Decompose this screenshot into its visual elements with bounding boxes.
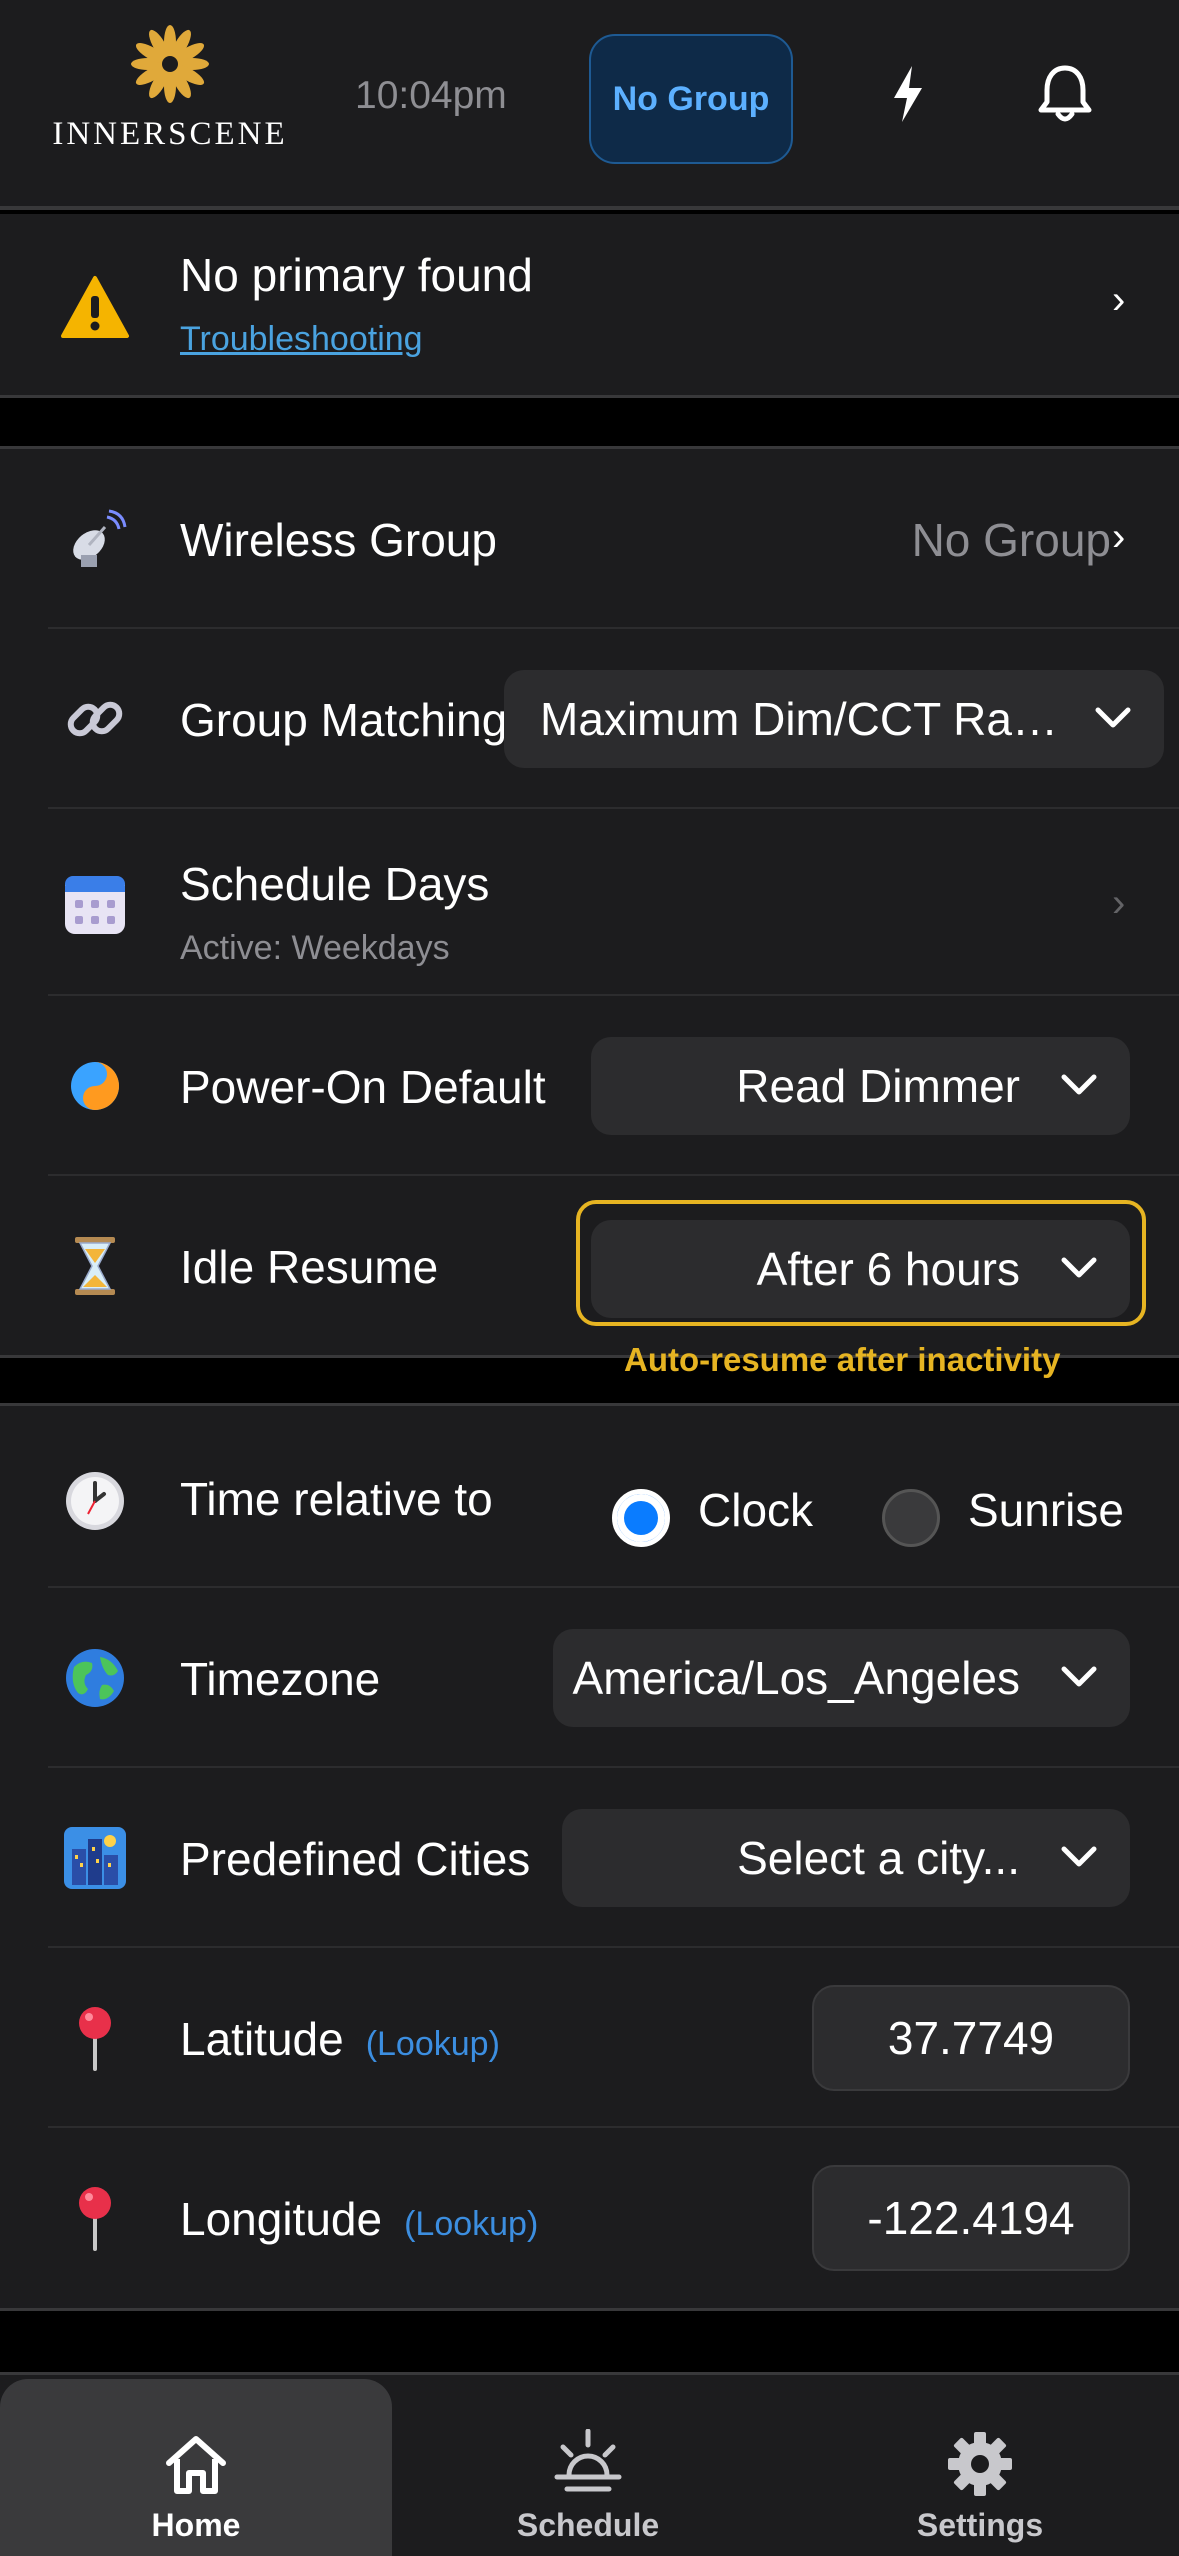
predefined-cities-label: Predefined Cities (180, 1833, 531, 1885)
tab-schedule-label: Schedule (516, 2507, 660, 2543)
sun-flower-icon (131, 25, 209, 103)
longitude-label-group: Longitude (Lookup) (180, 2192, 538, 2246)
wireless-group-value: No Group (911, 514, 1111, 566)
tab-settings[interactable]: Settings (784, 2379, 1176, 2556)
idle-resume-hint: Auto-resume after inactivity (624, 1341, 1061, 1378)
calendar-icon (60, 869, 130, 939)
group-matching-selected: Maximum Dim/CCT Ra… (540, 693, 1058, 745)
timezone-selected: America/Los_Angeles (572, 1652, 1020, 1704)
longitude-lookup-link[interactable]: (Lookup) (404, 2205, 538, 2243)
innerscene-logo[interactable]: INNERSCENE (40, 22, 300, 162)
sunrise-radio[interactable] (882, 1489, 940, 1547)
sunrise-radio-label[interactable]: Sunrise (968, 1483, 1124, 1537)
no-primary-warning-row[interactable]: No primary found Troubleshooting › (0, 214, 1179, 398)
latitude-input[interactable]: 37.7749 (812, 1985, 1130, 2091)
lightning-bolt-icon[interactable] (878, 62, 938, 126)
timezone-label: Timezone (180, 1653, 381, 1705)
city-skyline-icon (60, 1823, 130, 1893)
clock-radio-label[interactable]: Clock (698, 1483, 813, 1537)
latitude-label-group: Latitude (Lookup) (180, 2012, 500, 2066)
map-pin-icon (60, 2183, 130, 2253)
satellite-dish-icon (60, 504, 130, 574)
wireless-group-label: Wireless Group (180, 514, 497, 566)
chevron-right-icon: › (1112, 278, 1126, 322)
sunrise-icon (554, 2429, 622, 2492)
group-matching-select[interactable]: Maximum Dim/CCT Ra… (504, 670, 1164, 768)
warning-icon (61, 276, 129, 338)
home-icon (166, 2436, 226, 2494)
schedule-days-label: Schedule Days (180, 858, 490, 910)
tab-schedule[interactable]: Schedule (392, 2379, 784, 2556)
chevron-down-icon (1061, 1666, 1097, 1687)
logo-wordmark: INNERSCENE (52, 116, 288, 152)
timezone-row: Timezone America/Los_Angeles (0, 1588, 1179, 1768)
power-on-default-select[interactable]: Read Dimmer (591, 1037, 1130, 1135)
gear-icon (948, 2432, 1012, 2496)
power-on-default-selected: Read Dimmer (736, 1060, 1020, 1112)
map-pin-icon (60, 2003, 130, 2073)
time-relative-label: Time relative to (180, 1473, 493, 1525)
chevron-down-icon (1061, 1846, 1097, 1867)
clock-radio[interactable] (612, 1489, 670, 1547)
power-toggle-icon (60, 1051, 130, 1121)
longitude-input[interactable]: -122.4194 (812, 2165, 1130, 2271)
latitude-row: Latitude (Lookup) 37.7749 (0, 1948, 1179, 2128)
bottom-tab-bar: Home Schedule Settings (0, 2372, 1179, 2556)
latitude-label: Latitude (180, 2013, 344, 2065)
location-time-section: Time relative to Clock Sunrise Timezone … (0, 1403, 1179, 2311)
header-clock: 10:04pm (355, 74, 507, 117)
city-select-placeholder: Select a city... (737, 1832, 1020, 1884)
wireless-group-row[interactable]: Wireless Group No Group › (0, 449, 1179, 629)
group-matching-row: Group Matching Maximum Dim/CCT Ra… (0, 629, 1179, 809)
schedule-days-row[interactable]: Schedule Days Active: Weekdays › (0, 809, 1179, 996)
latitude-lookup-link[interactable]: (Lookup) (366, 2025, 500, 2063)
time-relative-row: Time relative to Clock Sunrise (0, 1406, 1179, 1588)
chevron-down-icon (1061, 1074, 1097, 1095)
predefined-cities-row: Predefined Cities Select a city... (0, 1768, 1179, 1948)
chevron-right-icon: › (1112, 881, 1126, 925)
link-chain-icon (60, 684, 130, 754)
tab-home[interactable]: Home (0, 2379, 392, 2556)
city-select[interactable]: Select a city... (562, 1809, 1130, 1907)
timezone-select[interactable]: America/Los_Angeles (553, 1629, 1130, 1727)
power-on-default-row: Power-On Default Read Dimmer (0, 996, 1179, 1176)
chevron-right-icon: › (1112, 515, 1126, 559)
longitude-label: Longitude (180, 2193, 383, 2245)
troubleshooting-link[interactable]: Troubleshooting (180, 320, 423, 359)
group-selector-button[interactable]: No Group (589, 34, 793, 164)
bell-icon[interactable] (1035, 62, 1095, 126)
clock-icon (60, 1466, 130, 1536)
idle-resume-label: Idle Resume (180, 1241, 439, 1293)
power-on-default-label: Power-On Default (180, 1061, 546, 1113)
chevron-down-icon (1095, 707, 1131, 728)
tab-settings-label: Settings (916, 2507, 1044, 2543)
tab-home-label: Home (151, 2507, 241, 2543)
longitude-row: Longitude (Lookup) -122.4194 (0, 2128, 1179, 2310)
warning-title: No primary found (180, 249, 533, 301)
hourglass-icon (60, 1231, 130, 1301)
schedule-days-status: Active: Weekdays (180, 929, 450, 967)
app-header: INNERSCENE 10:04pm No Group (0, 0, 1179, 210)
globe-icon (60, 1643, 130, 1713)
group-matching-label: Group Matching (180, 694, 508, 746)
idle-resume-highlight (576, 1200, 1146, 1326)
